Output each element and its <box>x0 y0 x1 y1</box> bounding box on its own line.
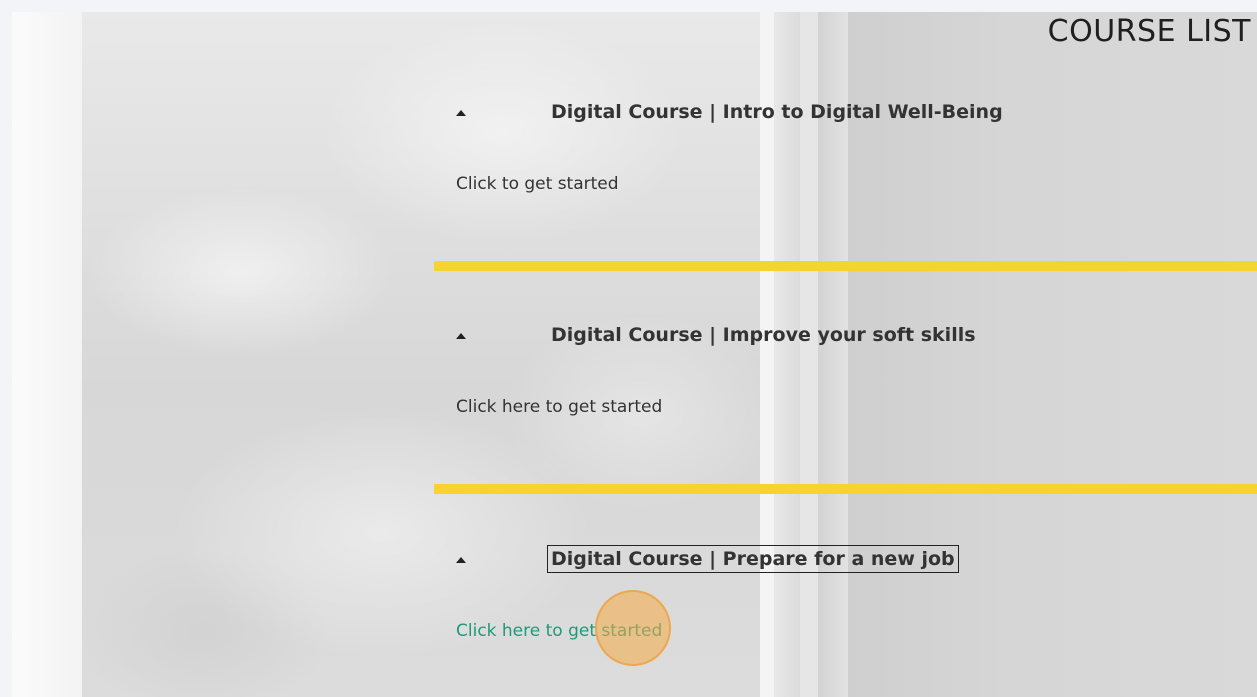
course-title[interactable]: Digital Course | Prepare for a new job <box>547 545 959 573</box>
course-title[interactable]: Digital Course | Improve your soft skill… <box>549 323 978 347</box>
course-title[interactable]: Digital Course | Intro to Digital Well-B… <box>549 100 1005 124</box>
get-started-link[interactable]: Click here to get started <box>456 621 662 641</box>
course-header[interactable]: Digital Course | Intro to Digital Well-B… <box>434 100 1034 130</box>
triangle-up-icon[interactable] <box>456 333 466 339</box>
course-header[interactable]: Digital Course | Prepare for a new job <box>434 545 1034 577</box>
page-title: COURSE LIST <box>1047 14 1251 49</box>
triangle-up-icon[interactable] <box>456 110 466 116</box>
get-started-link[interactable]: Click here to get started <box>456 397 662 417</box>
section-divider <box>434 484 1257 494</box>
triangle-up-icon[interactable] <box>456 557 466 563</box>
get-started-link[interactable]: Click to get started <box>456 174 619 194</box>
course-list-section: COURSE LIST Digital Course | Intro to Di… <box>12 12 1257 697</box>
section-divider <box>434 261 1257 271</box>
page-frame: COURSE LIST Digital Course | Intro to Di… <box>12 12 1257 697</box>
course-header[interactable]: Digital Course | Improve your soft skill… <box>434 323 1034 353</box>
